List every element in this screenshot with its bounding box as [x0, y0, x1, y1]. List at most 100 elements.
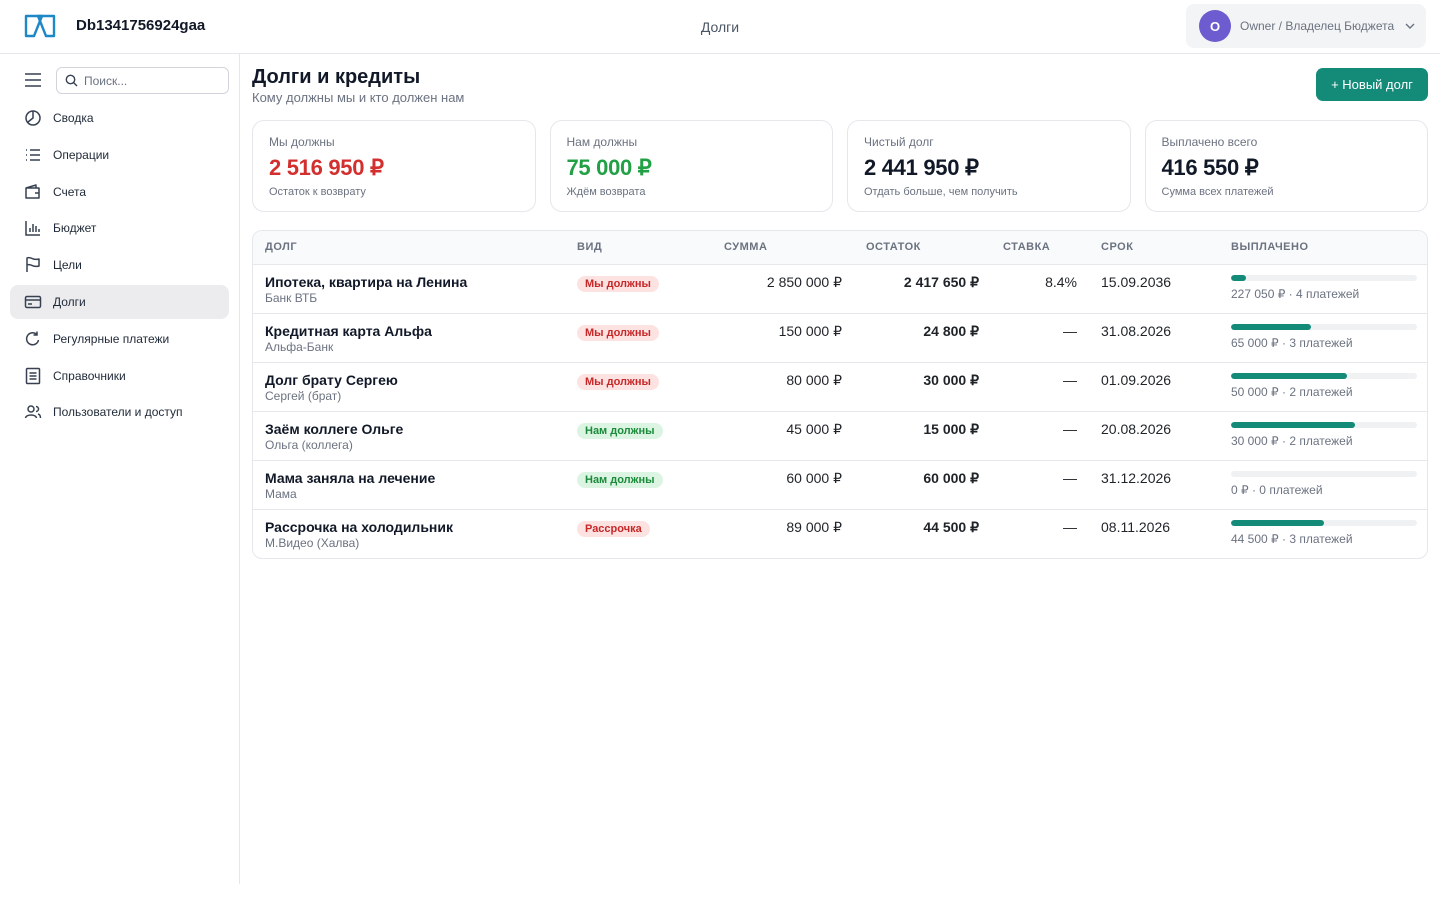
table-row[interactable]: Ипотека, квартира на Ленина Банк ВТБ Мы до…	[253, 264, 1427, 314]
kind-badge: Мы должны	[577, 324, 659, 341]
kind-cell: Нам должны	[565, 460, 700, 510]
paid-cell: 30 000 ₽ · 2 платежей	[1219, 411, 1427, 461]
rate-cell: —	[991, 362, 1089, 412]
debt-cell: Заём коллеге Ольге Ольга (коллега)	[253, 411, 565, 461]
paid-progress-bar	[1231, 372, 1417, 379]
column-header[interactable]: ВЫПЛАЧЕНО	[1219, 231, 1427, 265]
amount-cell: 2 850 000 ₽	[700, 264, 854, 314]
kind-badge: Мы должны	[577, 275, 659, 292]
summary-card-owed-to-us: Нам должны 75 000 ₽ Ждём возврата	[549, 120, 833, 212]
sidebar-nav: Сводка Операции Счета Бюджет Цели Долги …	[10, 101, 229, 432]
table-body: Ипотека, квартира на Ленина Банк ВТБ Мы до…	[253, 264, 1427, 558]
sidebar-item-label: Счета	[53, 184, 87, 199]
sidebar-item-goals[interactable]: Цели	[10, 248, 229, 282]
paid-progress-bar	[1231, 470, 1417, 477]
kind-cell: Мы должны	[565, 362, 700, 412]
debt-cell: Ипотека, квартира на Ленина Банк ВТБ	[253, 264, 565, 314]
debt-name[interactable]: Ипотека, квартира на Ленина	[265, 274, 553, 290]
kind-badge: Нам должны	[577, 471, 663, 488]
debt-cell: Рассрочка на холодильник М.Видео (Халва)	[253, 509, 565, 558]
debt-party: Альфа-Банк	[265, 339, 334, 354]
search-icon	[65, 74, 78, 87]
kind-badge: Рассрочка	[577, 520, 650, 537]
sidebar-item-directories[interactable]: Справочники	[10, 359, 229, 393]
sidebar-item-label: Бюджет	[53, 221, 97, 236]
kind-cell: Рассрочка	[565, 509, 700, 558]
sidebar-item-label: Цели	[53, 258, 82, 273]
debt-name[interactable]: Кредитная карта Альфа	[265, 323, 553, 339]
sidebar-item-operations[interactable]: Операции	[10, 138, 229, 172]
table-row[interactable]: Мама заняла на лечение Мама Нам должны 60 0…	[253, 460, 1427, 510]
sidebar-item-accounts[interactable]: Счета	[10, 175, 229, 209]
page-subtitle: Кому должны мы и кто должен нам	[252, 90, 465, 105]
sidebar-item-label: Пользователи и доступ	[53, 405, 183, 420]
balance-cell: 15 000 ₽	[854, 411, 991, 461]
kind-cell: Мы должны	[565, 264, 700, 314]
card-value: 2 441 950 ₽	[864, 155, 979, 180]
search-input[interactable]	[84, 73, 214, 88]
debt-party: М.Видео (Халва)	[265, 535, 360, 550]
page-title: Долги и кредиты	[252, 66, 421, 88]
debt-cell: Кредитная карта Альфа Альфа-Банк	[253, 313, 565, 363]
kind-cell: Мы должны	[565, 313, 700, 363]
sidebar-item-label: Операции	[53, 147, 110, 162]
paid-text: 0 ₽ · 0 платежей	[1231, 482, 1323, 497]
debt-party: Ольга (коллега)	[265, 437, 353, 452]
debt-cell: Долг брату Сергею Сергей (брат)	[253, 362, 565, 412]
paid-cell: 0 ₽ · 0 платежей	[1219, 460, 1427, 510]
flag-icon	[26, 256, 40, 273]
paid-progress-bar	[1231, 323, 1417, 330]
sidebar: Сводка Операции Счета Бюджет Цели Долги …	[0, 54, 240, 884]
menu-icon[interactable]	[24, 73, 42, 87]
table-row[interactable]: Кредитная карта Альфа Альфа-Банк Мы должны…	[253, 313, 1427, 363]
app-logo-icon[interactable]	[20, 12, 60, 40]
wallet-icon	[25, 183, 40, 199]
summary-cards: Мы должны 2 516 950 ₽ Остаток к возврату…	[252, 120, 1428, 212]
column-header[interactable]: ДОЛГ	[253, 231, 565, 265]
column-header[interactable]: СУММА	[700, 231, 854, 265]
column-header[interactable]: ВИД	[565, 231, 700, 265]
due-cell: 20.08.2026	[1089, 411, 1219, 461]
sidebar-item-users[interactable]: Пользователи и доступ	[10, 395, 229, 429]
card-caption: Ждём возврата	[566, 186, 646, 198]
new-debt-button[interactable]: + Новый долг	[1316, 68, 1428, 101]
debt-party: Сергей (брат)	[265, 388, 342, 403]
user-menu[interactable]: O Owner / Владелец Бюджета	[1186, 4, 1426, 48]
balance-cell: 24 800 ₽	[854, 313, 991, 363]
table-header-row: ДОЛГ ВИД СУММА ОСТАТОК СТАВКА СРОК ВЫПЛА…	[253, 231, 1427, 265]
kind-badge: Нам должны	[577, 422, 663, 439]
list-icon	[26, 149, 40, 161]
amount-cell: 45 000 ₽	[700, 411, 854, 461]
bar-chart-icon	[25, 221, 40, 237]
sidebar-item-summary[interactable]: Сводка	[10, 101, 229, 135]
sidebar-item-recurring[interactable]: Регулярные платежи	[10, 322, 229, 356]
table-row[interactable]: Заём коллеге Ольге Ольга (коллега) Нам дол…	[253, 411, 1427, 461]
amount-cell: 60 000 ₽	[700, 460, 854, 510]
paid-progress-fill	[1231, 323, 1311, 330]
debt-name[interactable]: Долг брату Сергею	[265, 372, 553, 388]
debt-name[interactable]: Заём коллеге Ольге	[265, 421, 553, 437]
debt-cell: Мама заняла на лечение Мама	[253, 460, 565, 510]
avatar: O	[1199, 10, 1231, 42]
sidebar-item-debts[interactable]: Долги	[10, 284, 229, 319]
table-row[interactable]: Долг брату Сергею Сергей (брат) Мы должны 8…	[253, 362, 1427, 412]
sidebar-item-budget[interactable]: Бюджет	[10, 211, 229, 245]
paid-cell: 44 500 ₽ · 3 платежей	[1219, 509, 1427, 558]
table-row[interactable]: Рассрочка на холодильник М.Видео (Халва) Р…	[253, 509, 1427, 558]
debt-name[interactable]: Рассрочка на холодильник	[265, 519, 553, 535]
column-header[interactable]: ОСТАТОК	[854, 231, 991, 265]
rate-cell: —	[1063, 518, 1077, 535]
balance-cell: 2 417 650 ₽	[854, 264, 991, 314]
debt-party: Банк ВТБ	[265, 290, 318, 305]
column-header[interactable]: СТАВКА	[991, 231, 1089, 265]
paid-progress-bar	[1231, 519, 1417, 526]
card-caption: Остаток к возврату	[269, 186, 366, 198]
card-label: Нам должны	[566, 135, 638, 149]
kind-badge: Мы должны	[577, 373, 659, 390]
paid-progress-fill	[1231, 274, 1246, 281]
debt-name[interactable]: Мама заняла на лечение	[265, 470, 553, 486]
card-value: 75 000 ₽	[566, 155, 652, 180]
card-caption: Отдать больше, чем получить	[864, 186, 1018, 198]
card-label: Чистый долг	[864, 135, 934, 149]
column-header[interactable]: СРОК	[1089, 231, 1219, 265]
